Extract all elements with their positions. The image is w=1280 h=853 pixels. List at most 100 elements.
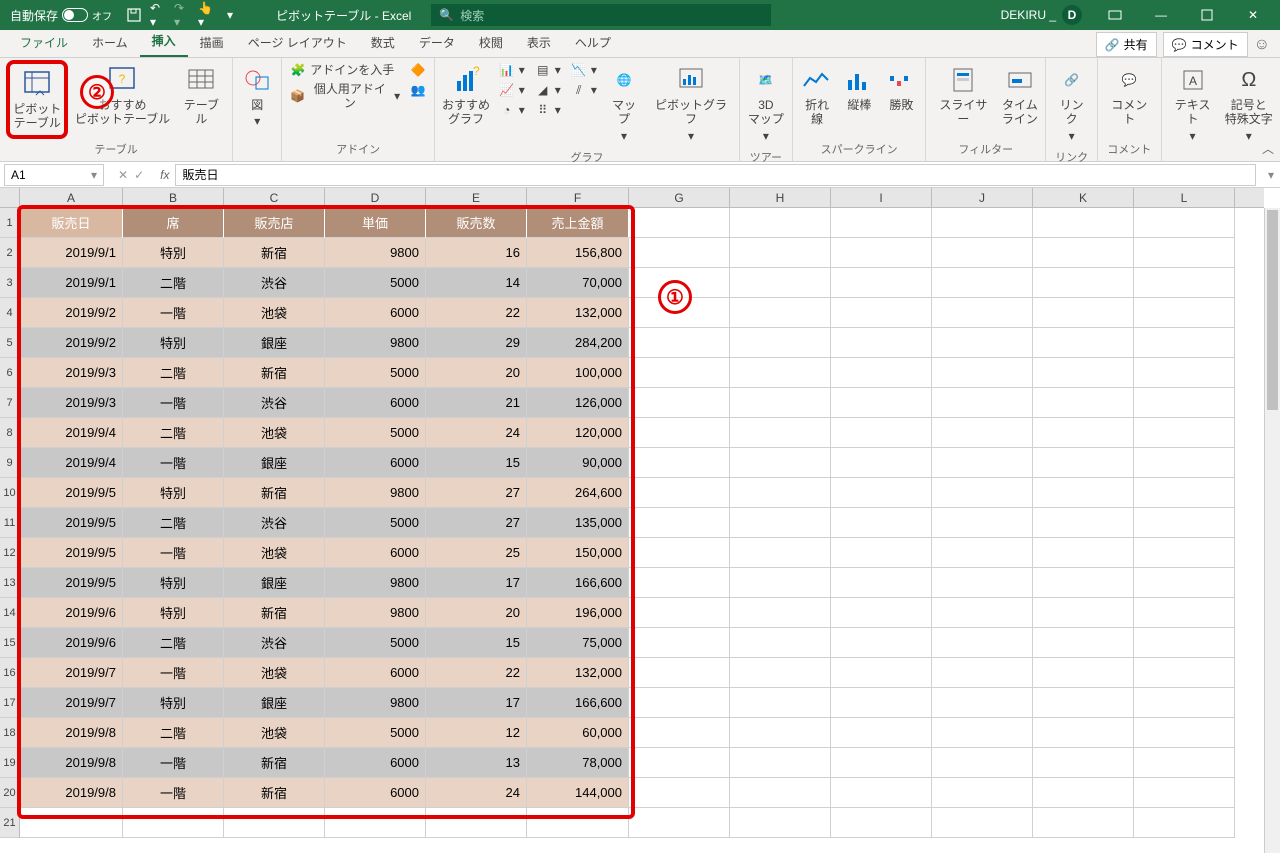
- sparkline-winloss-button[interactable]: 勝敗: [881, 60, 921, 116]
- table-cell[interactable]: 一階: [123, 658, 224, 688]
- tab-home[interactable]: ホーム: [80, 28, 140, 57]
- table-cell[interactable]: 2019/9/7: [20, 658, 123, 688]
- scatter-chart-button[interactable]: ⠿▾: [531, 100, 565, 120]
- column-chart-button[interactable]: 📊▾: [495, 60, 529, 80]
- table-cell[interactable]: 14: [426, 268, 527, 298]
- comment-button[interactable]: 💬コメント: [1102, 60, 1156, 131]
- table-cell[interactable]: 一階: [123, 388, 224, 418]
- bar-chart-button[interactable]: ▤▾: [531, 60, 565, 80]
- close-icon[interactable]: ✕: [1230, 0, 1276, 30]
- table-cell[interactable]: 132,000: [527, 658, 629, 688]
- share-button[interactable]: 🔗共有: [1096, 32, 1157, 57]
- scroll-thumb[interactable]: [1267, 210, 1278, 410]
- table-cell[interactable]: 銀座: [224, 328, 325, 358]
- table-cell[interactable]: 2019/9/2: [20, 298, 123, 328]
- table-cell[interactable]: 6000: [325, 298, 426, 328]
- rec-charts-button[interactable]: ?おすすめ グラフ: [439, 60, 493, 131]
- 3d-map-button[interactable]: 🗺️3D マップ▾: [744, 60, 788, 147]
- tab-draw[interactable]: 描画: [188, 28, 236, 57]
- table-cell[interactable]: 5000: [325, 628, 426, 658]
- table-cell[interactable]: 2019/9/8: [20, 778, 123, 808]
- tab-view[interactable]: 表示: [515, 28, 563, 57]
- table-cell[interactable]: 284,200: [527, 328, 629, 358]
- table-cell[interactable]: 70,000: [527, 268, 629, 298]
- table-cell[interactable]: 新宿: [224, 358, 325, 388]
- redo-icon[interactable]: ↷ ▾: [174, 7, 190, 23]
- table-cell[interactable]: 9800: [325, 328, 426, 358]
- row-header[interactable]: 14: [0, 598, 20, 628]
- table-cell[interactable]: 一階: [123, 778, 224, 808]
- table-cell[interactable]: 二階: [123, 718, 224, 748]
- row-header[interactable]: 21: [0, 808, 20, 838]
- table-header[interactable]: 売上金額: [527, 208, 629, 238]
- table-cell[interactable]: 24: [426, 778, 527, 808]
- table-cell[interactable]: 17: [426, 568, 527, 598]
- illustrations-button[interactable]: 図▾: [237, 60, 277, 133]
- autosave-toggle[interactable]: 自動保存 オフ: [4, 7, 118, 24]
- table-cell[interactable]: 一階: [123, 538, 224, 568]
- col-header-L[interactable]: L: [1134, 188, 1235, 207]
- table-cell[interactable]: 2019/9/6: [20, 628, 123, 658]
- row-header[interactable]: 18: [0, 718, 20, 748]
- table-cell[interactable]: 特別: [123, 328, 224, 358]
- table-cell[interactable]: 150,000: [527, 538, 629, 568]
- feedback-icon[interactable]: ☺: [1254, 36, 1270, 54]
- col-header-A[interactable]: A: [20, 188, 123, 207]
- table-cell[interactable]: 24: [426, 418, 527, 448]
- table-cell[interactable]: 9800: [325, 598, 426, 628]
- col-header-I[interactable]: I: [831, 188, 932, 207]
- expand-formula-icon[interactable]: ▾: [1262, 168, 1280, 182]
- table-cell[interactable]: 2019/9/3: [20, 388, 123, 418]
- minimize-icon[interactable]: ―: [1138, 0, 1184, 30]
- table-cell[interactable]: 2019/9/8: [20, 718, 123, 748]
- table-cell[interactable]: 渋谷: [224, 628, 325, 658]
- touch-icon[interactable]: 👆▾: [198, 7, 214, 23]
- table-cell[interactable]: 2019/9/5: [20, 568, 123, 598]
- table-cell[interactable]: 6000: [325, 658, 426, 688]
- table-cell[interactable]: 9800: [325, 238, 426, 268]
- table-cell[interactable]: 13: [426, 748, 527, 778]
- table-cell[interactable]: 15: [426, 628, 527, 658]
- undo-icon[interactable]: ↶ ▾: [150, 7, 166, 23]
- link-button[interactable]: 🔗リンク▾: [1050, 60, 1093, 147]
- qat-more-icon[interactable]: ▾: [222, 7, 238, 23]
- table-header[interactable]: 販売日: [20, 208, 123, 238]
- col-header-C[interactable]: C: [224, 188, 325, 207]
- table-cell[interactable]: 2019/9/1: [20, 238, 123, 268]
- table-cell[interactable]: 5000: [325, 358, 426, 388]
- collapse-ribbon-icon[interactable]: ︿: [1262, 140, 1274, 157]
- table-cell[interactable]: 2019/9/5: [20, 508, 123, 538]
- table-cell[interactable]: 新宿: [224, 778, 325, 808]
- table-cell[interactable]: 166,600: [527, 568, 629, 598]
- table-cell[interactable]: 196,000: [527, 598, 629, 628]
- text-button[interactable]: Aテキスト▾: [1166, 60, 1220, 147]
- table-cell[interactable]: 池袋: [224, 538, 325, 568]
- tab-layout[interactable]: ページ レイアウト: [236, 28, 359, 57]
- table-cell[interactable]: 90,000: [527, 448, 629, 478]
- table-cell[interactable]: 二階: [123, 418, 224, 448]
- table-cell[interactable]: 新宿: [224, 598, 325, 628]
- table-cell[interactable]: 132,000: [527, 298, 629, 328]
- table-cell[interactable]: 2019/9/7: [20, 688, 123, 718]
- my-addins-button[interactable]: 📦個人用アドイン▾: [286, 80, 404, 113]
- col-header-G[interactable]: G: [629, 188, 730, 207]
- table-cell[interactable]: 特別: [123, 598, 224, 628]
- sparkline-column-button[interactable]: 縦棒: [839, 60, 879, 116]
- table-cell[interactable]: 2019/9/3: [20, 358, 123, 388]
- tab-review[interactable]: 校閲: [467, 28, 515, 57]
- table-cell[interactable]: 60,000: [527, 718, 629, 748]
- table-cell[interactable]: 一階: [123, 748, 224, 778]
- worksheet-grid[interactable]: ABCDEFGHIJKL 123456789101112131415161718…: [0, 188, 1280, 853]
- user-account[interactable]: DEKIRU _ D: [991, 5, 1092, 25]
- row-header[interactable]: 8: [0, 418, 20, 448]
- row-header[interactable]: 5: [0, 328, 20, 358]
- table-cell[interactable]: 5000: [325, 268, 426, 298]
- table-cell[interactable]: 新宿: [224, 238, 325, 268]
- row-header[interactable]: 3: [0, 268, 20, 298]
- table-cell[interactable]: 29: [426, 328, 527, 358]
- enter-icon[interactable]: ✓: [134, 168, 144, 182]
- col-header-D[interactable]: D: [325, 188, 426, 207]
- table-cell[interactable]: 渋谷: [224, 508, 325, 538]
- table-cell[interactable]: 2019/9/6: [20, 598, 123, 628]
- col-header-H[interactable]: H: [730, 188, 831, 207]
